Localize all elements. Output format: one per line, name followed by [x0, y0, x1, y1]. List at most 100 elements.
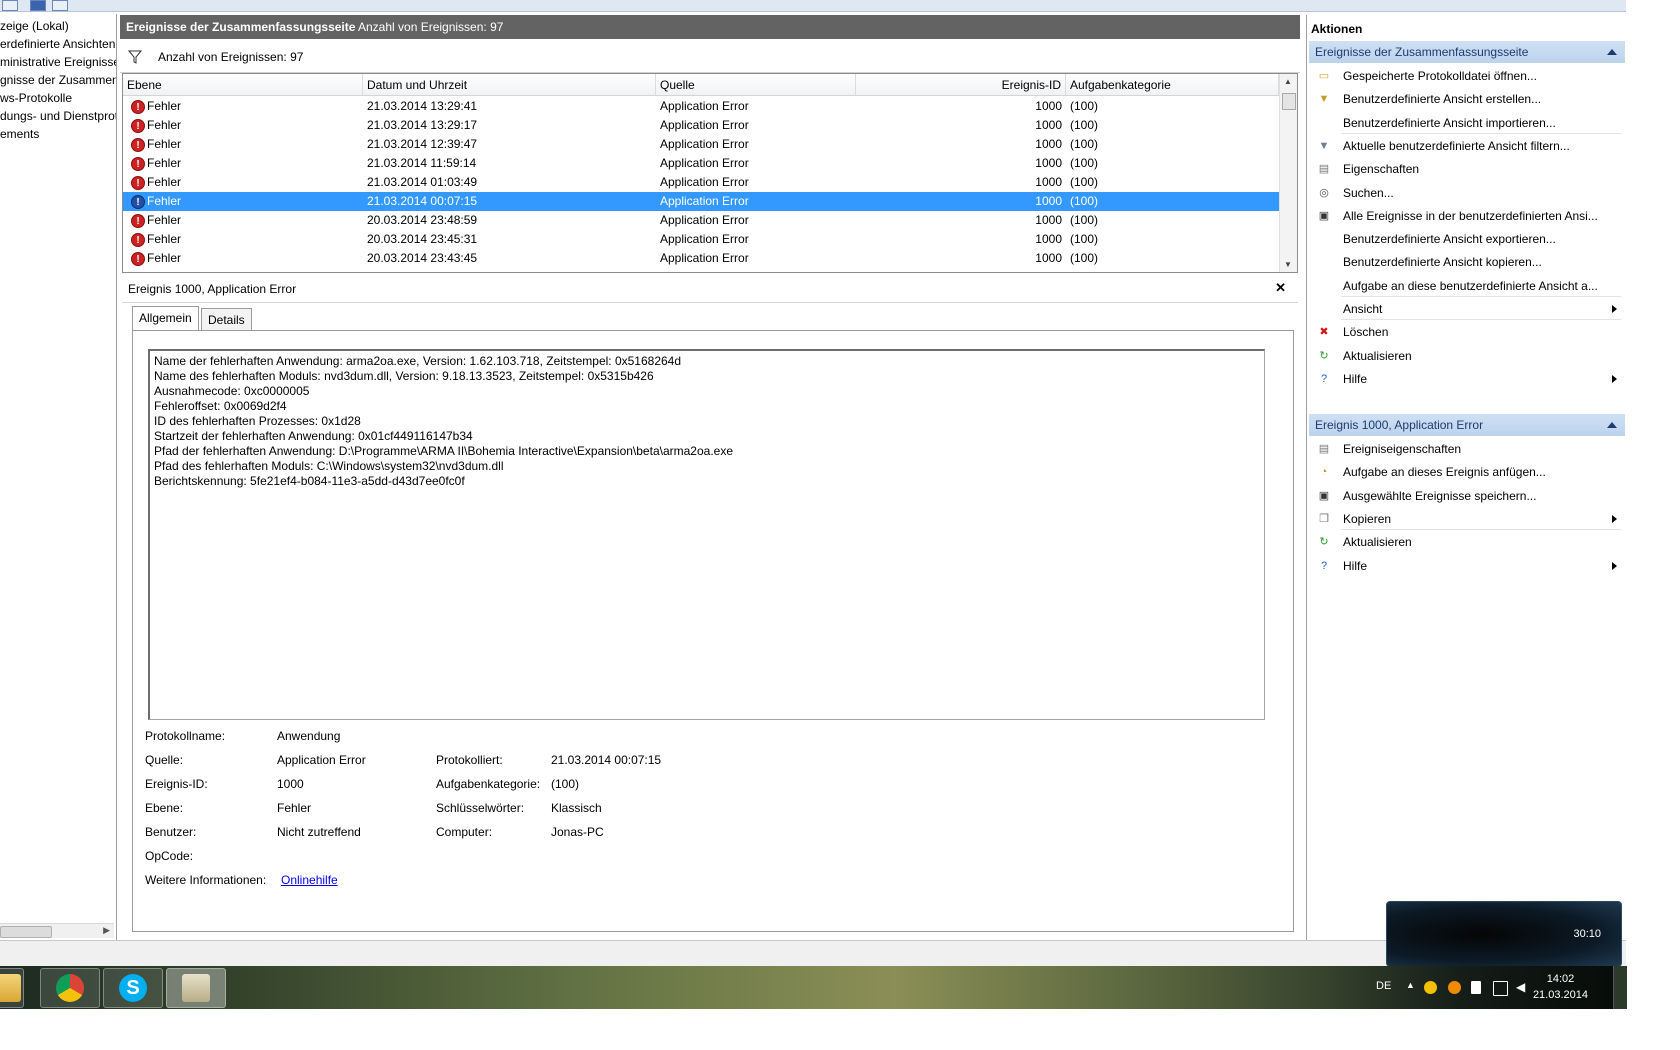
help-icon: ?	[1320, 372, 1328, 385]
scrollbar-thumb[interactable]	[1282, 93, 1296, 110]
collapse-icon[interactable]	[1607, 422, 1617, 428]
tree-node[interactable]: gnisse der Zusammenf	[0, 71, 116, 89]
tab-allgemein[interactable]: Allgemein	[132, 306, 199, 331]
action-item[interactable]: ▣ Alle Ereignisse in der benutzerdefinier…	[1309, 204, 1625, 228]
action-item[interactable]: ▼ Benutzerdefinierte Ansicht erstellen...	[1309, 87, 1625, 111]
action-center-flag-icon[interactable]	[1471, 981, 1481, 994]
tree-node[interactable]: erdefinierte Ansichten	[0, 35, 115, 53]
column-header-level[interactable]: Ebene	[123, 74, 363, 96]
toolbar-view-icon[interactable]	[52, 0, 68, 11]
actions-section-event[interactable]: Ereignis 1000, Application Error	[1309, 414, 1625, 436]
action-item[interactable]: ? Hilfe	[1309, 554, 1625, 578]
table-row[interactable]: ! Fehler 21.03.2014 13:29:17 Application Er…	[123, 116, 1279, 135]
scrollbar-thumb[interactable]	[0, 926, 52, 938]
description-line: ID des fehlerhaften Prozesses: 0x1d28	[154, 414, 361, 428]
error-icon: !	[131, 195, 145, 209]
event-viewer-icon	[182, 974, 210, 1002]
table-row[interactable]: ! Fehler 20.03.2014 23:43:45 Application Er…	[123, 249, 1279, 268]
tree-node[interactable]: dungs- und Dienstprot	[0, 107, 116, 125]
action-label: Kopieren	[1343, 511, 1392, 526]
action-item[interactable]: ↻ Aktualisieren	[1309, 344, 1625, 368]
description-line: Startzeit der fehlerhaften Anwendung: 0x…	[154, 429, 473, 443]
scroll-up-icon[interactable]: ▲	[1284, 77, 1292, 86]
clock[interactable]: 14:02 21.03.2014	[1533, 971, 1588, 1003]
tree-node[interactable]: zeige (Lokal)	[0, 17, 69, 35]
toolbar-help-icon[interactable]	[30, 0, 46, 11]
action-label: Aktualisieren	[1343, 535, 1412, 550]
table-row[interactable]: ! Fehler 21.03.2014 00:07:15 Application Er…	[123, 192, 1279, 211]
properties-icon: ▤	[1318, 443, 1330, 455]
tree-node[interactable]: ministrative Ereignisse	[0, 53, 116, 71]
action-label: Ansicht	[1343, 302, 1383, 316]
action-item[interactable]: Ansicht	[1309, 297, 1625, 321]
taskbar-skype-button[interactable]: S	[103, 968, 163, 1008]
action-item[interactable]: ▭ Gespeicherte Protokolldatei öffnen...	[1309, 64, 1625, 88]
close-icon[interactable]: ✕	[1275, 280, 1286, 296]
description-line: Berichtskennung: 5fe21ef4-b084-11e3-a5dd…	[154, 474, 465, 488]
table-row[interactable]: ! Fehler 21.03.2014 11:59:14 Application Er…	[123, 154, 1279, 173]
taskbar-chrome-button[interactable]	[40, 968, 100, 1008]
scroll-down-icon[interactable]: ▼	[1284, 260, 1292, 269]
table-row[interactable]: ! Fehler 20.03.2014 23:45:31 Application Er…	[123, 230, 1279, 249]
event-description[interactable]: Name der fehlerhaften Anwendung: arma2oa…	[148, 349, 1265, 720]
volume-icon[interactable]: ◀	[1516, 981, 1529, 994]
tree-node[interactable]: ws-Protokolle	[0, 89, 72, 107]
action-item[interactable]: ▣ Ausgewählte Ereignisse speichern...	[1309, 484, 1625, 508]
action-label: Hilfe	[1343, 371, 1368, 386]
prop-label-source: Quelle:	[145, 753, 184, 767]
action-item[interactable]: ▤ Eigenschaften	[1309, 157, 1625, 181]
event-list-scrollbar[interactable]: ▲ ▼	[1279, 74, 1297, 272]
error-icon: !	[131, 252, 145, 266]
table-row[interactable]: ! Fehler 20.03.2014 23:48:59 Application Er…	[123, 211, 1279, 230]
media-popup[interactable]: 30:10	[1386, 901, 1622, 967]
action-item[interactable]: ◎ Suchen...	[1309, 181, 1625, 205]
scroll-right-icon[interactable]: ▶	[103, 925, 110, 936]
network-icon[interactable]	[1493, 981, 1508, 996]
prop-value-user: Nicht zutreffend	[277, 825, 361, 839]
cell-task-category: (100)	[1070, 137, 1099, 151]
taskbar-explorer-button[interactable]	[0, 968, 24, 1008]
action-item[interactable]: ↻ Aktualisieren	[1309, 530, 1625, 554]
column-header-event-id[interactable]: Ereignis-ID	[856, 74, 1066, 96]
event-count-header: Anzahl von Ereignissen: 97	[358, 20, 504, 34]
error-icon: !	[131, 176, 145, 190]
description-line: Pfad der fehlerhaften Anwendung: D:\Prog…	[154, 444, 733, 458]
cell-level: Fehler	[147, 118, 182, 132]
tree-node[interactable]: ements	[0, 125, 39, 143]
action-item[interactable]: Benutzerdefinierte Ansicht exportieren..…	[1309, 227, 1625, 251]
action-label: Aufgabe an diese benutzerdefinierte Ansi…	[1343, 278, 1598, 293]
column-header-date[interactable]: Datum und Uhrzeit	[363, 74, 656, 96]
prop-label-level: Ebene:	[145, 801, 184, 815]
action-item[interactable]: ✖ Löschen	[1309, 320, 1625, 344]
collapse-icon[interactable]	[1607, 49, 1617, 55]
action-item[interactable]: ▤ Ereigniseigenschaften	[1309, 437, 1625, 461]
show-hidden-icons-icon[interactable]: ▲	[1406, 980, 1415, 990]
action-item[interactable]: Aufgabe an diese benutzerdefinierte Ansi…	[1309, 274, 1625, 298]
table-row[interactable]: ! Fehler 21.03.2014 13:29:41 Application Er…	[123, 97, 1279, 116]
tree-horizontal-scrollbar[interactable]: ▶	[0, 923, 114, 938]
show-desktop-button[interactable]	[1613, 966, 1627, 1009]
cell-event-id: 1000	[1035, 156, 1062, 170]
action-item[interactable]: ❐ Kopieren	[1309, 507, 1625, 531]
tab-details[interactable]: Details	[201, 308, 252, 331]
actions-section-summary[interactable]: Ereignisse der Zusammenfassungsseite	[1309, 41, 1625, 63]
action-item[interactable]: Benutzerdefinierte Ansicht kopieren...	[1309, 250, 1625, 274]
action-item[interactable]: ◔ Aufgabe an dieses Ereignis anfügen...	[1309, 460, 1625, 484]
action-item[interactable]: ? Hilfe	[1309, 367, 1625, 391]
taskbar-event-viewer-button[interactable]	[166, 968, 226, 1008]
column-header-task-category[interactable]: Aufgabenkategorie	[1066, 74, 1279, 96]
table-row[interactable]: ! Fehler 21.03.2014 01:03:49 Application Er…	[123, 173, 1279, 192]
toolbar-back-icon[interactable]	[2, 0, 18, 11]
action-item[interactable]: ▼ Aktuelle benutzerdefinierte Ansicht fil…	[1309, 134, 1625, 158]
event-detail-header: Ereignis 1000, Application Error ✕	[122, 276, 1298, 303]
prop-label-logged: Protokolliert:	[436, 753, 503, 767]
actions-section-label: Ereignis 1000, Application Error	[1315, 418, 1484, 432]
table-row[interactable]: ! Fehler 21.03.2014 12:39:47 Application Er…	[123, 135, 1279, 154]
language-indicator[interactable]: DE	[1376, 980, 1391, 992]
column-header-source[interactable]: Quelle	[656, 74, 856, 96]
online-help-link[interactable]: Onlinehilfe	[281, 872, 338, 888]
tray-app-icon[interactable]	[1424, 981, 1437, 994]
prop-label-task-category: Aufgabenkategorie:	[436, 777, 541, 791]
action-item[interactable]: Benutzerdefinierte Ansicht importieren..…	[1309, 111, 1625, 135]
tray-update-icon[interactable]	[1448, 981, 1461, 994]
